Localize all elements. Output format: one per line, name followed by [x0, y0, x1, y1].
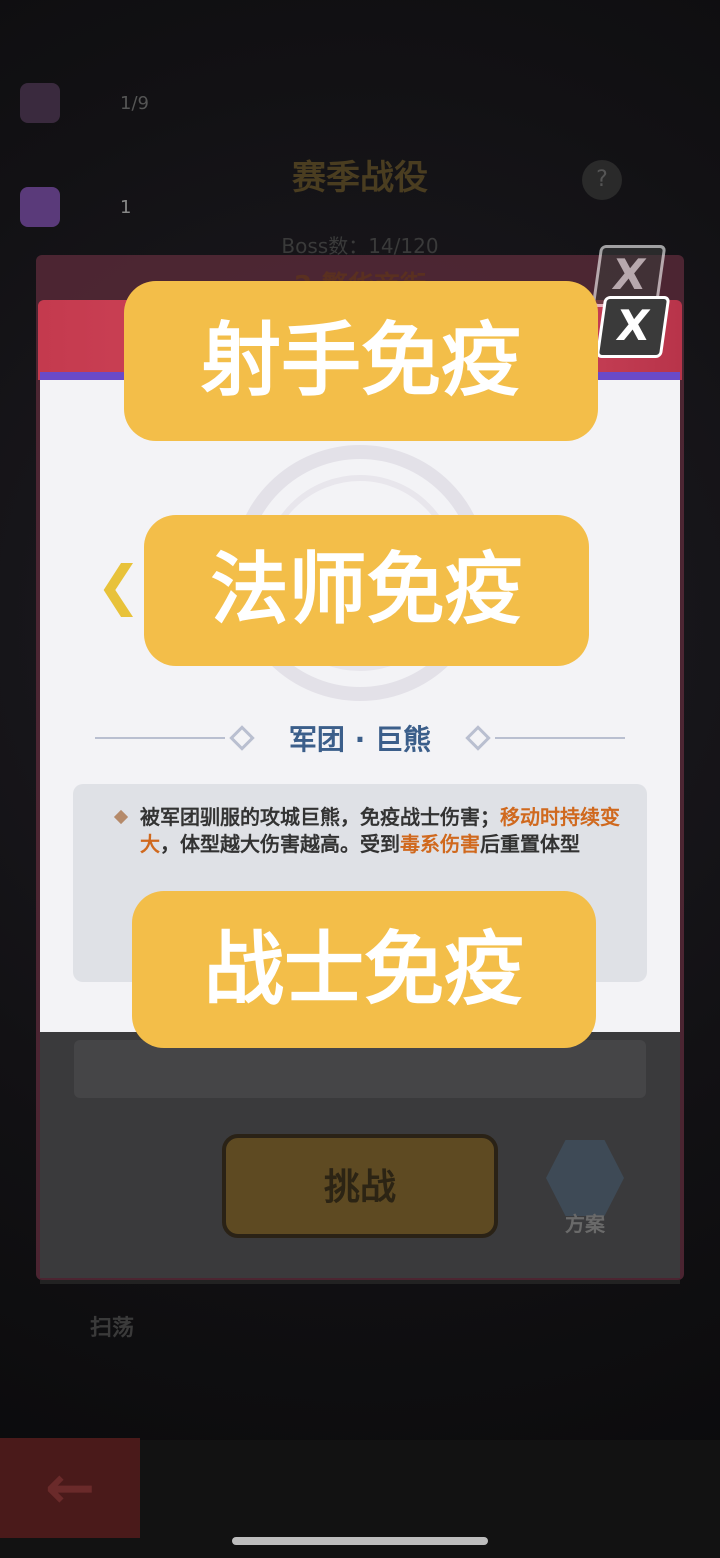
diamond-icon — [229, 725, 255, 751]
unit-name-row: 军团 · 巨熊 — [0, 718, 720, 758]
overlay-shooter-immune: 射手免疫 — [124, 281, 598, 441]
overlay-mage-immune: 法师免疫 — [144, 515, 589, 666]
sweep-button[interactable]: 扫荡 — [60, 1300, 180, 1350]
hud-stat-energy-value: 1/9 — [120, 92, 149, 114]
unit-name: 军团 · 巨熊 — [288, 723, 432, 756]
description-part: 后重置体型 — [480, 832, 580, 856]
home-indicator[interactable] — [232, 1537, 488, 1545]
description-part: 被军团驯服的攻城巨熊，免疫战士伤害； — [140, 805, 500, 829]
diamond-icon — [465, 725, 491, 751]
challenge-button[interactable]: 挑战 — [222, 1134, 498, 1238]
back-button[interactable]: ← — [0, 1438, 140, 1538]
prev-monster-icon[interactable]: ❮ — [96, 558, 144, 614]
description-text: 被军团驯服的攻城巨熊，免疫战士伤害；移动时持续变大，体型越大伤害越高。受到毒系伤… — [140, 804, 632, 858]
lower-slot — [74, 1040, 646, 1098]
plan-label[interactable]: 方案 — [548, 1208, 622, 1237]
divider-right — [495, 737, 626, 739]
close-button[interactable]: X — [595, 296, 671, 358]
divider-left — [94, 737, 225, 739]
energy-icon — [20, 83, 60, 123]
sweep-label: 扫荡 — [90, 1316, 135, 1341]
description-part: ，体型越大伤害越高。受到 — [160, 832, 400, 856]
dialog-bottom-edge — [40, 1250, 680, 1284]
hud-stat-energy: 1/9 — [20, 78, 149, 128]
description-highlight: 毒系伤害 — [400, 832, 480, 856]
overlay-warrior-immune: 战士免疫 — [132, 891, 596, 1048]
hud-stat-ticket-value: 1 — [120, 196, 132, 218]
help-button[interactable]: ? — [582, 160, 622, 200]
